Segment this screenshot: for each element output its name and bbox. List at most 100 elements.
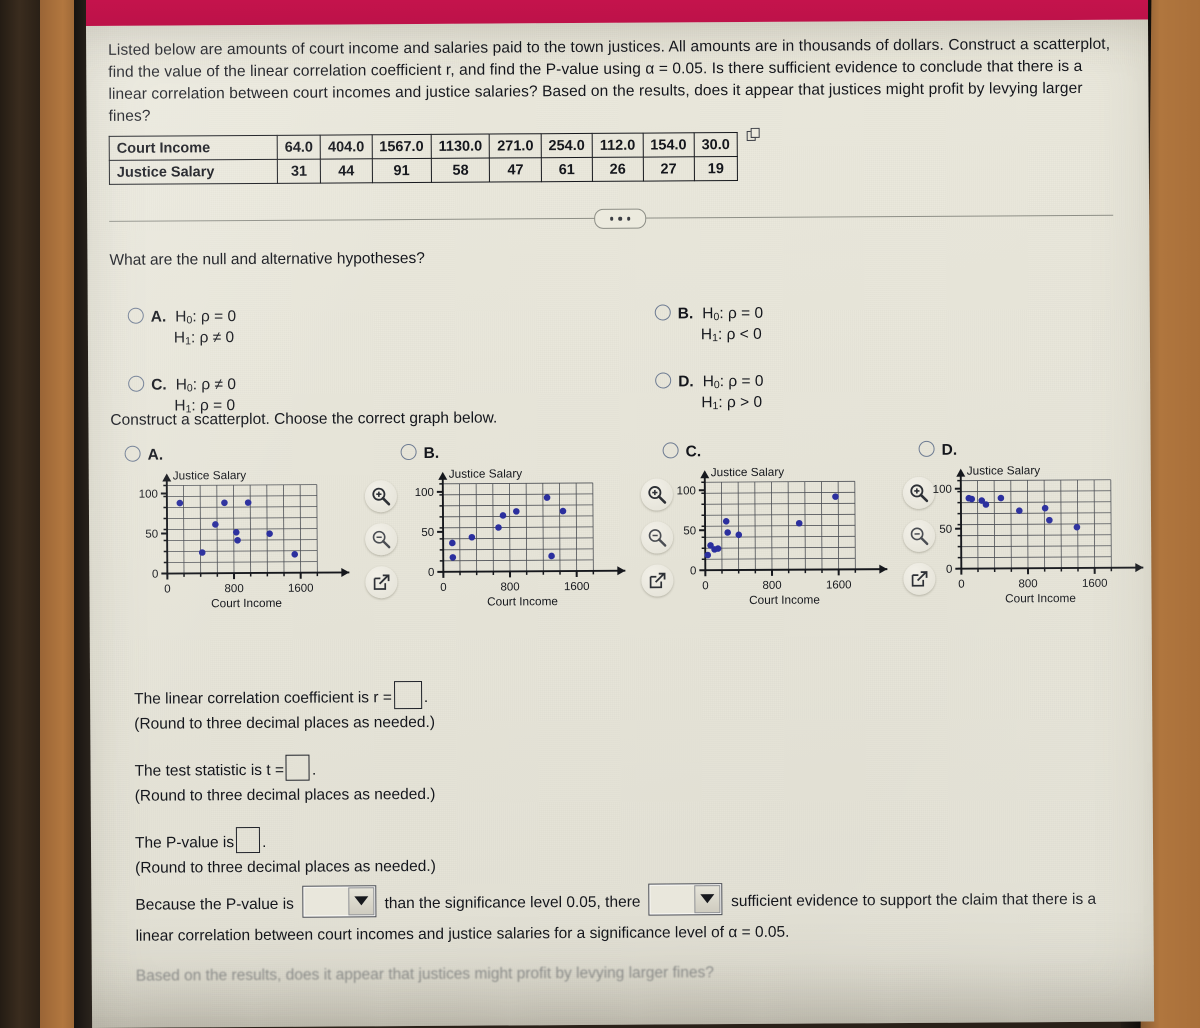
- scatterplot-c[interactable]: 0 50 100 0 800 1600 Justice Salary Court Income: [663, 465, 924, 645]
- cell: 58: [431, 158, 490, 183]
- cell: 404.0: [320, 134, 372, 160]
- cell: 30.0: [694, 132, 738, 157]
- cell: 112.0: [592, 133, 643, 158]
- svg-text:50: 50: [145, 529, 158, 541]
- exercise-page: Listed below are amounts of court income…: [86, 19, 1155, 1028]
- cell: 1130.0: [431, 134, 490, 159]
- r-label: The linear correlation coefficient is r …: [134, 689, 392, 708]
- svg-text:0: 0: [164, 583, 170, 595]
- svg-text:Justice Salary: Justice Salary: [449, 468, 523, 480]
- conclusion-part2: than the significance level 0.05, there: [384, 893, 641, 913]
- option-d[interactable]: D. H0: ρ = 0 H1: ρ > 0: [655, 372, 764, 413]
- graph-choice-c[interactable]: C. 0 50 100 0 800 1600 Justice Salary Court Inc…: [662, 441, 936, 645]
- svg-text:0: 0: [152, 569, 158, 581]
- radio-graph-a[interactable]: [124, 445, 141, 462]
- graph-choice-header-a[interactable]: A.: [124, 444, 393, 465]
- svg-text:0: 0: [440, 582, 446, 594]
- dropdown-comparison[interactable]: [302, 885, 377, 918]
- cell: 154.0: [642, 132, 695, 158]
- cell: 91: [371, 158, 432, 183]
- radio-option-d[interactable]: [655, 372, 672, 389]
- cell: 44: [320, 158, 372, 184]
- option-letter: C.: [151, 376, 167, 394]
- dropdown-sufficiency[interactable]: [648, 882, 723, 916]
- conclusion-part1: Because the P-value is: [135, 895, 294, 914]
- option-b[interactable]: B. H0: ρ = 0 H1: ρ < 0: [654, 304, 764, 345]
- answer-t: The test statistic is t =. (Round to thr…: [134, 750, 1134, 809]
- table-row: Justice Salary 31 44 91 58 47 61 26 27 1…: [109, 156, 738, 185]
- scatterplot-choices: A. 0 50 100 0 800 1600 Justice Salary Court Inc…: [111, 440, 1144, 661]
- svg-text:Court Income: Court Income: [1005, 591, 1076, 605]
- graph-choice-header-c[interactable]: C.: [662, 441, 931, 462]
- svg-text:0: 0: [690, 565, 696, 577]
- zoom-out-icon[interactable]: [365, 523, 398, 556]
- option-d-h0: H0: ρ = 0: [702, 372, 764, 392]
- svg-text:0: 0: [702, 580, 708, 592]
- svg-text:Justice Salary: Justice Salary: [173, 470, 247, 482]
- row-header-justice-salary: Justice Salary: [109, 159, 278, 185]
- p-input[interactable]: [235, 826, 261, 853]
- graph-choice-a[interactable]: A. 0 50 100 0 800 1600 Justice Salary Court Inc…: [124, 444, 398, 648]
- section-divider: [109, 206, 1131, 230]
- option-a-h1: H1: ρ ≠ 0: [173, 329, 235, 348]
- chevron-down-icon[interactable]: [348, 887, 375, 916]
- scatter-svg-c: 0 50 100 0 800 1600 Justice Salary Court Income: [677, 465, 888, 607]
- more-options-button[interactable]: [594, 208, 647, 229]
- svg-text:0: 0: [946, 564, 952, 576]
- svg-text:800: 800: [762, 580, 781, 592]
- option-c[interactable]: C. H0: ρ ≠ 0 H1: ρ = 0: [128, 375, 236, 416]
- cell: 64.0: [277, 135, 321, 160]
- photo-scene: Listed below are amounts of court income…: [0, 0, 1200, 1028]
- svg-text:Justice Salary: Justice Salary: [967, 465, 1041, 477]
- cell: 61: [541, 157, 593, 182]
- svg-text:800: 800: [224, 583, 243, 595]
- p-note: (Round to three decimal places as needed…: [135, 858, 436, 878]
- radio-graph-b[interactable]: [400, 443, 417, 461]
- hypothesis-question: What are the null and alternative hypoth…: [109, 249, 425, 269]
- option-c-h1: H1: ρ = 0: [174, 397, 236, 416]
- scatterplot-b[interactable]: 0 50 100 0 800 1600 Justice Salary Court Income: [401, 466, 662, 646]
- radio-option-c[interactable]: [128, 375, 145, 392]
- trailing-question: Based on the results, does it appear tha…: [135, 963, 714, 985]
- graph-choice-header-b[interactable]: B.: [400, 442, 669, 463]
- question-prompt: Listed below are amounts of court income…: [108, 35, 1111, 125]
- graph-choice-letter: C.: [685, 443, 702, 461]
- scatterplot-a[interactable]: 0 50 100 0 800 1600 Justice Salary Court Income: [125, 468, 386, 648]
- cell: 47: [489, 157, 542, 183]
- option-b-h1: H1: ρ < 0: [700, 325, 762, 345]
- radio-graph-c[interactable]: [662, 442, 679, 459]
- t-note: (Round to three decimal places as needed…: [134, 786, 436, 806]
- radio-option-a[interactable]: [127, 307, 144, 324]
- copy-icon[interactable]: [746, 127, 760, 141]
- option-letter: D.: [678, 373, 694, 391]
- svg-text:Court Income: Court Income: [211, 596, 282, 610]
- scatterplot-d[interactable]: 0 50 100 0 800 1600 Justice Salary Court Income: [919, 463, 1154, 643]
- zoom-in-icon[interactable]: [364, 480, 397, 513]
- option-a[interactable]: A. H0: ρ = 0 H1: ρ ≠ 0: [127, 307, 237, 348]
- row-header-court-income: Court Income: [109, 135, 278, 161]
- radio-option-b[interactable]: [654, 304, 671, 321]
- graph-tools: [364, 480, 400, 609]
- svg-text:50: 50: [683, 525, 696, 537]
- svg-text:800: 800: [500, 581, 519, 593]
- open-popup-icon[interactable]: [365, 566, 398, 599]
- svg-text:Justice Salary: Justice Salary: [711, 467, 785, 479]
- t-label: The test statistic is t =: [134, 761, 285, 780]
- svg-text:0: 0: [428, 567, 434, 579]
- answer-p: The P-value is. (Round to three decimal …: [135, 821, 1135, 880]
- r-input[interactable]: [393, 680, 422, 710]
- svg-text:1600: 1600: [826, 579, 852, 591]
- conclusion-sentence: Because the P-value is than the signific…: [135, 880, 1135, 951]
- t-input[interactable]: [285, 754, 311, 781]
- svg-text:100: 100: [677, 485, 696, 497]
- radio-graph-d[interactable]: [918, 440, 935, 457]
- graph-choice-b[interactable]: B. 0 50 100 0 800 1600 Justice Salary Court Inc…: [400, 442, 674, 646]
- graph-choice-d[interactable]: D. 0 50 100 0 800 1600 Justice Salary Court Inc…: [918, 439, 1155, 643]
- chevron-down-icon[interactable]: [694, 884, 721, 914]
- r-note: (Round to three decimal places as needed…: [134, 714, 436, 734]
- cell: 31: [277, 159, 321, 184]
- svg-text:0: 0: [958, 579, 964, 591]
- hypothesis-options: A. H0: ρ = 0 H1: ρ ≠ 0 C. H0: ρ ≠ 0 H1: ρ …: [110, 280, 1133, 415]
- graph-choice-header-d[interactable]: D.: [918, 439, 1155, 460]
- graph-choice-letter: A.: [147, 446, 164, 464]
